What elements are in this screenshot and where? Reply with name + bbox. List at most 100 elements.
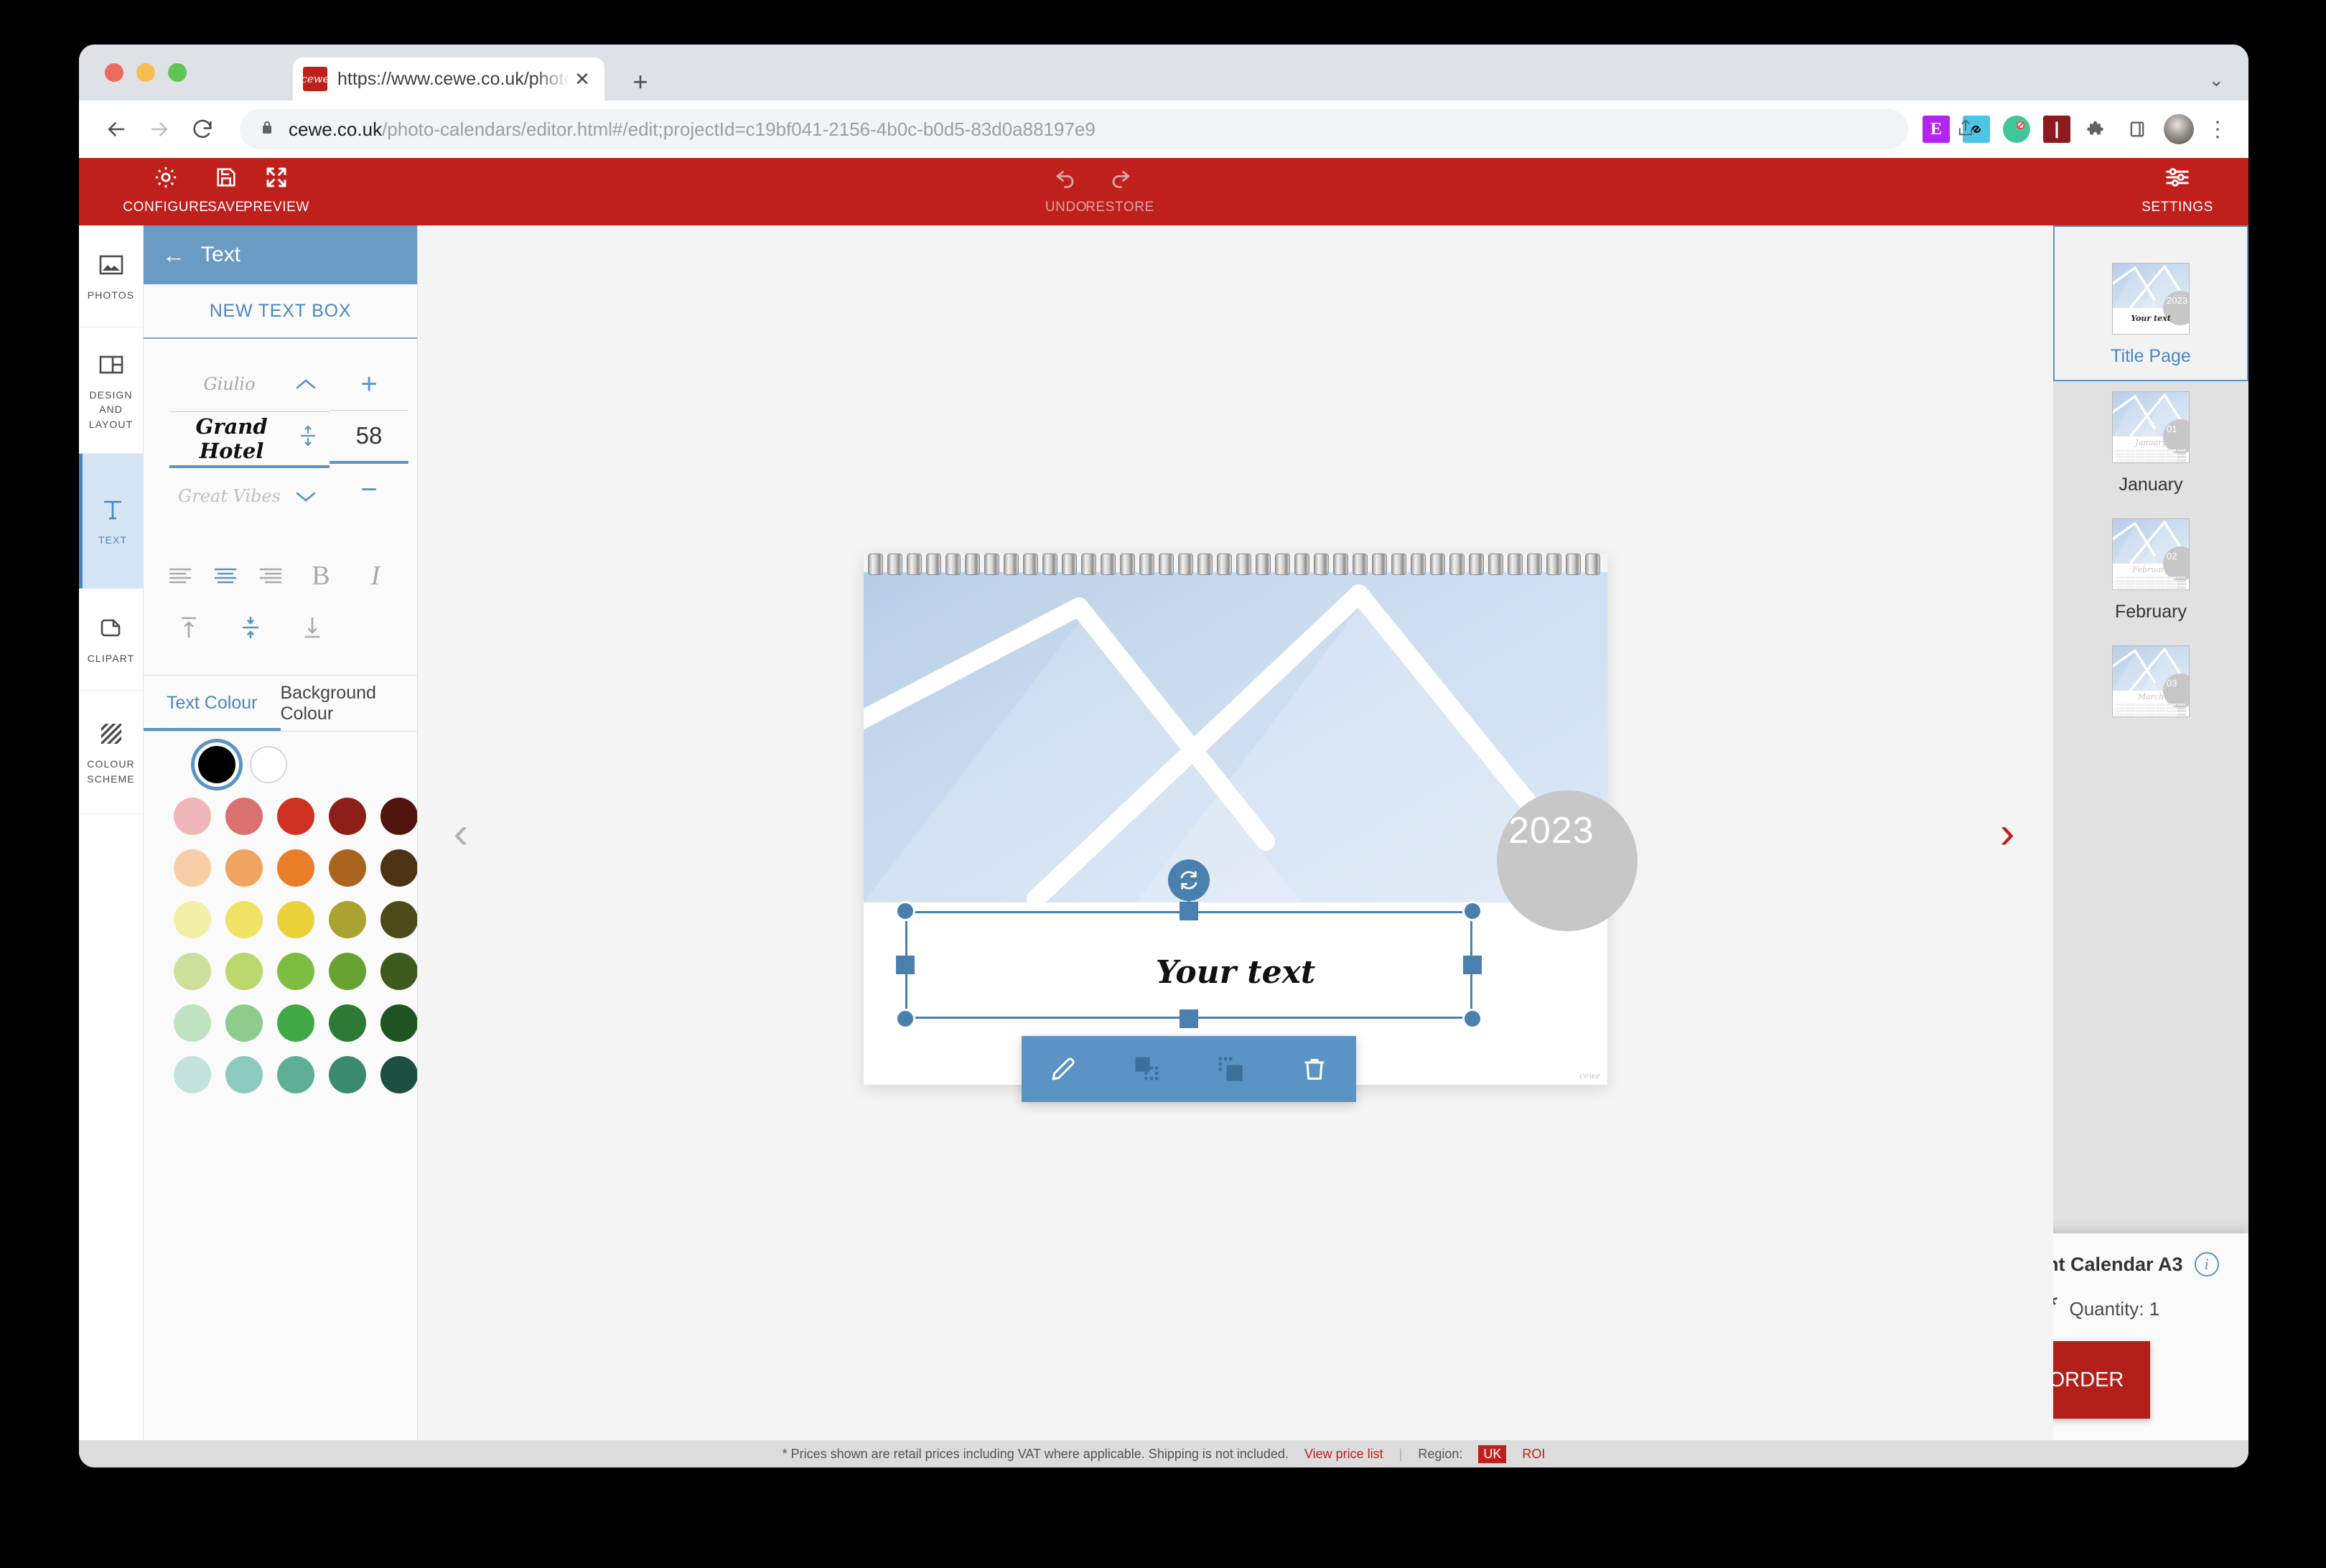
ghostery-extension-icon[interactable] bbox=[2003, 116, 2030, 143]
page-thumbnail-item[interactable]: 03 March bbox=[2053, 635, 2248, 746]
colour-swatch[interactable] bbox=[329, 1004, 366, 1042]
tab-text-colour[interactable]: Text Colour bbox=[144, 676, 281, 731]
colour-swatch[interactable] bbox=[380, 953, 417, 990]
colour-swatch[interactable] bbox=[380, 1004, 417, 1042]
font-option-next[interactable]: Great Vibes bbox=[169, 468, 330, 524]
calendar-photo-area[interactable] bbox=[864, 572, 1607, 902]
italic-button[interactable]: I bbox=[348, 552, 403, 599]
colour-swatch[interactable] bbox=[225, 1004, 263, 1042]
region-uk-button[interactable]: UK bbox=[1478, 1445, 1507, 1463]
next-page-button[interactable]: › bbox=[1979, 804, 2036, 862]
text-selection-box[interactable] bbox=[895, 859, 1482, 1102]
view-price-list-link[interactable]: View price list bbox=[1304, 1447, 1383, 1462]
colour-swatch[interactable] bbox=[174, 901, 211, 938]
resize-handle-middle-left[interactable] bbox=[896, 956, 915, 974]
colour-swatch[interactable] bbox=[380, 849, 417, 887]
colour-swatch[interactable] bbox=[174, 849, 211, 887]
colour-swatch[interactable] bbox=[198, 746, 235, 783]
bold-button[interactable]: B bbox=[294, 552, 348, 599]
resize-handle-bottom-center[interactable] bbox=[1180, 1009, 1198, 1028]
forward-button[interactable] bbox=[138, 108, 181, 151]
resize-handle-bottom-left[interactable] bbox=[895, 1009, 915, 1029]
sidebar-item-text[interactable]: TEXT bbox=[79, 454, 143, 589]
region-roi-button[interactable]: ROI bbox=[1522, 1447, 1545, 1462]
colour-swatch[interactable] bbox=[329, 1056, 366, 1093]
browser-tab[interactable]: cewe https://www.cewe.co.uk/photo- ✕ bbox=[293, 57, 604, 101]
font-option-selected[interactable]: Grand Hotel bbox=[169, 412, 330, 468]
colour-swatch[interactable] bbox=[329, 849, 366, 887]
close-tab-icon[interactable]: ✕ bbox=[570, 67, 594, 91]
colour-swatch[interactable] bbox=[277, 798, 314, 835]
chevron-down-icon[interactable]: ⌄ bbox=[2208, 69, 2224, 91]
browser-menu-icon[interactable]: ⋮ bbox=[2207, 117, 2228, 142]
colour-swatch[interactable] bbox=[277, 1004, 314, 1042]
sidebar-item-colour-scheme[interactable]: COLOUR SCHEME bbox=[79, 691, 143, 814]
send-backward-icon[interactable] bbox=[1115, 1044, 1180, 1094]
bring-forward-icon[interactable] bbox=[1198, 1044, 1263, 1094]
colour-swatch[interactable] bbox=[174, 953, 211, 990]
align-center-button[interactable] bbox=[203, 552, 248, 599]
back-button[interactable] bbox=[95, 108, 138, 151]
chevron-down-icon[interactable] bbox=[289, 482, 322, 510]
onepassword-extension-icon[interactable]: | bbox=[2043, 116, 2070, 143]
sidebar-item-design-and-layout[interactable]: DESIGN AND LAYOUT bbox=[79, 327, 143, 454]
resize-handle-middle-right[interactable] bbox=[1463, 956, 1482, 974]
colour-swatch[interactable] bbox=[380, 1056, 417, 1093]
font-size-decrease-button[interactable]: − bbox=[330, 464, 408, 515]
page-thumbnail[interactable]: 02 February bbox=[2112, 518, 2190, 590]
new-tab-button[interactable]: + bbox=[626, 67, 655, 96]
font-stepper-icon[interactable] bbox=[294, 424, 322, 454]
colour-swatch[interactable] bbox=[225, 953, 263, 990]
product-quantity[interactable]: Quantity: 1 bbox=[2069, 1298, 2159, 1320]
avatar[interactable] bbox=[2164, 114, 2194, 144]
info-icon[interactable]: i bbox=[2194, 1252, 2219, 1277]
resize-handle-bottom-right[interactable] bbox=[1462, 1009, 1482, 1029]
restore-button[interactable]: RESTORE bbox=[1066, 162, 1174, 215]
resize-handle-top-left[interactable] bbox=[895, 901, 915, 921]
colour-swatch[interactable] bbox=[225, 901, 263, 938]
order-button[interactable]: ORDER bbox=[2053, 1341, 2150, 1419]
new-text-box-button[interactable]: NEW TEXT BOX bbox=[144, 284, 417, 339]
resize-handle-top-center[interactable] bbox=[1180, 902, 1198, 920]
puzzle-icon[interactable] bbox=[2083, 116, 2111, 143]
colour-swatch[interactable] bbox=[174, 1056, 211, 1093]
calendar-preview[interactable]: 2023 Your text cewe bbox=[864, 554, 1638, 1102]
colour-swatch[interactable] bbox=[277, 901, 314, 938]
page-thumbnail-item[interactable]: 02 February February bbox=[2053, 508, 2248, 635]
maximize-window-button[interactable] bbox=[168, 63, 187, 82]
colour-swatch[interactable] bbox=[277, 849, 314, 887]
previous-page-button[interactable]: ‹ bbox=[432, 804, 490, 862]
colour-swatch[interactable] bbox=[250, 746, 287, 783]
preview-button[interactable]: PREVIEW bbox=[223, 162, 330, 215]
valign-bottom-button[interactable] bbox=[281, 604, 343, 651]
page-thumbnail[interactable]: 2023 Your text bbox=[2112, 263, 2190, 335]
colour-swatch[interactable] bbox=[329, 798, 366, 835]
colour-swatch[interactable] bbox=[225, 1056, 263, 1093]
back-arrow-icon[interactable]: ← bbox=[162, 242, 185, 269]
colour-swatch[interactable] bbox=[174, 1004, 211, 1042]
font-size-increase-button[interactable]: + bbox=[330, 359, 408, 411]
valign-middle-button[interactable] bbox=[220, 604, 281, 651]
resize-handle-top-right[interactable] bbox=[1462, 901, 1482, 921]
align-right-button[interactable] bbox=[248, 552, 294, 599]
align-left-button[interactable] bbox=[158, 552, 203, 599]
colour-swatch[interactable] bbox=[225, 798, 263, 835]
page-thumbnail-item[interactable]: 01 January January bbox=[2053, 381, 2248, 508]
colour-swatch[interactable] bbox=[174, 798, 211, 835]
address-bar[interactable]: cewe.co.uk/photo-calendars/editor.html#/… bbox=[240, 109, 1908, 149]
rotate-icon[interactable] bbox=[1168, 859, 1210, 901]
colour-swatch[interactable] bbox=[380, 901, 417, 938]
colour-swatch[interactable] bbox=[277, 1056, 314, 1093]
page-thumbnail[interactable]: 03 March bbox=[2112, 645, 2190, 717]
close-window-button[interactable] bbox=[105, 63, 123, 82]
colour-swatch[interactable] bbox=[225, 849, 263, 887]
settings-button[interactable]: SETTINGS bbox=[2124, 162, 2231, 215]
colour-swatch[interactable] bbox=[380, 798, 417, 835]
minimize-window-button[interactable] bbox=[136, 63, 155, 82]
tab-background-colour[interactable]: Background Colour bbox=[281, 676, 418, 731]
page-thumbnail[interactable]: 01 January bbox=[2112, 391, 2190, 463]
page-thumbnail-item[interactable]: 2023 Your text Title Page bbox=[2053, 225, 2248, 381]
page-thumbnail-rail[interactable]: 2023 Your text Title Page 01 January January 0… bbox=[2053, 225, 2248, 1440]
chevron-up-icon[interactable] bbox=[289, 370, 322, 398]
font-size-value[interactable]: 58 bbox=[330, 411, 408, 464]
